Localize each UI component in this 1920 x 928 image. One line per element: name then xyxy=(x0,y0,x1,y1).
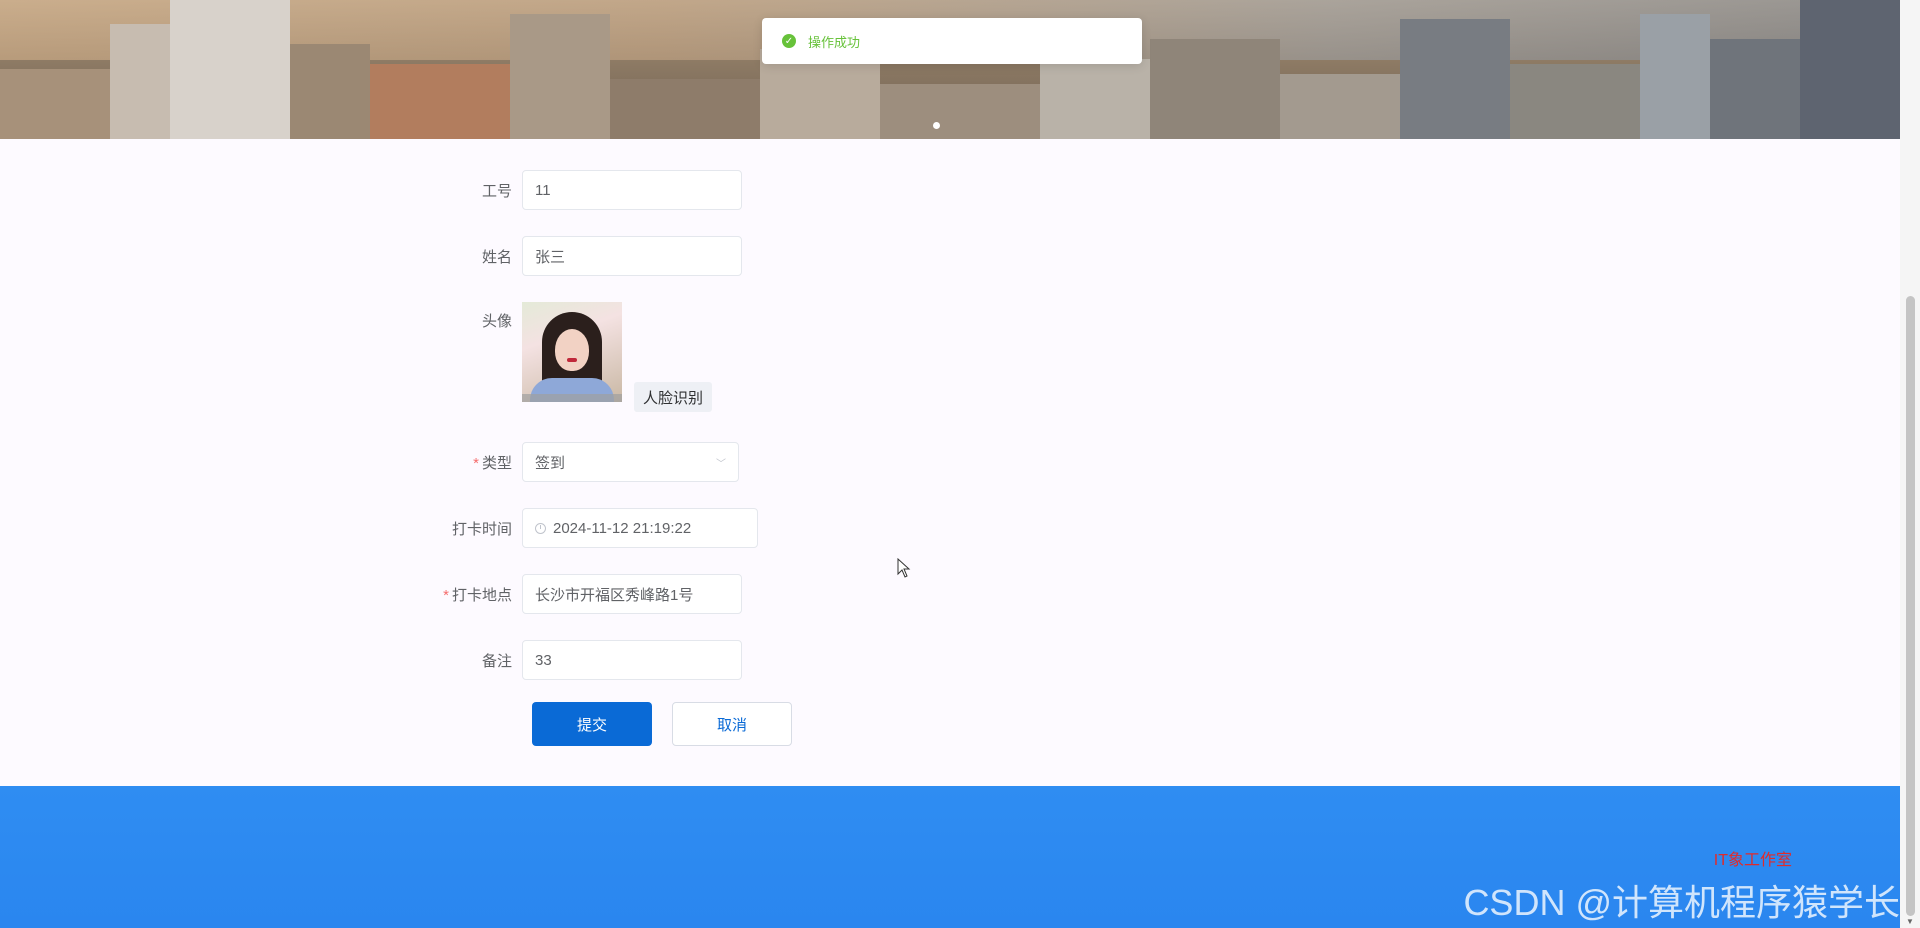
remark-input[interactable]: 33 xyxy=(522,640,742,680)
cancel-button[interactable]: 取消 xyxy=(672,702,792,746)
success-toast: ✓ 操作成功 xyxy=(762,18,1142,64)
banner-building xyxy=(290,44,370,139)
chevron-down-icon: ﹀ xyxy=(716,458,726,470)
punch-time-label: 打卡时间 xyxy=(451,520,512,538)
form-item-remark: 备注 33 xyxy=(430,640,742,680)
name-label: 姓名 xyxy=(481,248,512,266)
check-circle-icon: ✓ xyxy=(782,34,796,48)
carousel-indicator-dot[interactable] xyxy=(933,122,940,129)
clock-icon xyxy=(535,522,546,534)
vertical-scrollbar[interactable]: ▼ xyxy=(1900,0,1920,928)
banner-building xyxy=(1800,0,1900,139)
form-item-employee-id: 工号 11 xyxy=(430,170,742,210)
avatar-label: 头像 xyxy=(481,313,512,330)
avatar-strip xyxy=(522,394,622,402)
banner-building xyxy=(1150,39,1280,139)
scroll-down-arrow-icon[interactable]: ▼ xyxy=(1906,917,1914,926)
punch-time-picker[interactable]: 2024-11-12 21:19:22 xyxy=(522,508,758,548)
avatar-face xyxy=(555,329,589,371)
csdn-watermark: CSDN @计算机程序猿学长 xyxy=(1463,882,1900,923)
employee-id-input[interactable]: 11 xyxy=(522,170,742,210)
employee-id-label: 工号 xyxy=(481,182,512,200)
banner-building xyxy=(110,24,170,139)
punch-location-input[interactable]: 长沙市开福区秀峰路1号 xyxy=(522,574,742,614)
page: ✓ 操作成功 工号 11 姓名 张三 头像 人脸识别 * 类型 签到 ﹀ 打卡时… xyxy=(0,0,1920,928)
form-item-type: * 类型 签到 ﹀ xyxy=(430,442,739,482)
banner-building xyxy=(0,69,120,139)
mouse-cursor-icon xyxy=(897,558,911,578)
toast-message: 操作成功 xyxy=(808,34,861,50)
submit-button[interactable]: 提交 xyxy=(532,702,652,746)
banner-building xyxy=(1040,59,1150,139)
banner-building xyxy=(510,14,610,139)
scrollbar-thumb[interactable] xyxy=(1906,296,1915,916)
banner-building xyxy=(1280,74,1400,139)
banner-building xyxy=(370,64,510,139)
banner-building xyxy=(880,84,1040,139)
type-select[interactable]: 签到 ﹀ xyxy=(522,442,739,482)
form-item-name: 姓名 张三 xyxy=(430,236,742,276)
name-input[interactable]: 张三 xyxy=(522,236,742,276)
punch-location-label: * 打卡地点 xyxy=(443,586,512,604)
form-item-punch-time: 打卡时间 2024-11-12 21:19:22 xyxy=(430,508,758,548)
avatar-lips xyxy=(567,358,577,362)
banner-building xyxy=(1510,64,1640,139)
form-item-punch-location: * 打卡地点 长沙市开福区秀峰路1号 xyxy=(430,574,742,614)
banner-building xyxy=(170,0,290,139)
form-item-avatar: 头像 xyxy=(430,302,622,402)
banner-building xyxy=(1710,39,1800,139)
avatar-image[interactable] xyxy=(522,302,622,402)
type-label: * 类型 xyxy=(473,454,512,472)
banner-building xyxy=(1640,14,1710,139)
studio-text: IT象工作室 xyxy=(1713,852,1792,869)
banner-building xyxy=(1400,19,1510,139)
footer: IT象工作室 CSDN @计算机程序猿学长 xyxy=(0,786,1900,928)
banner-building xyxy=(610,79,760,139)
remark-label: 备注 xyxy=(481,652,512,670)
face-recognition-button[interactable]: 人脸识别 xyxy=(634,382,713,412)
